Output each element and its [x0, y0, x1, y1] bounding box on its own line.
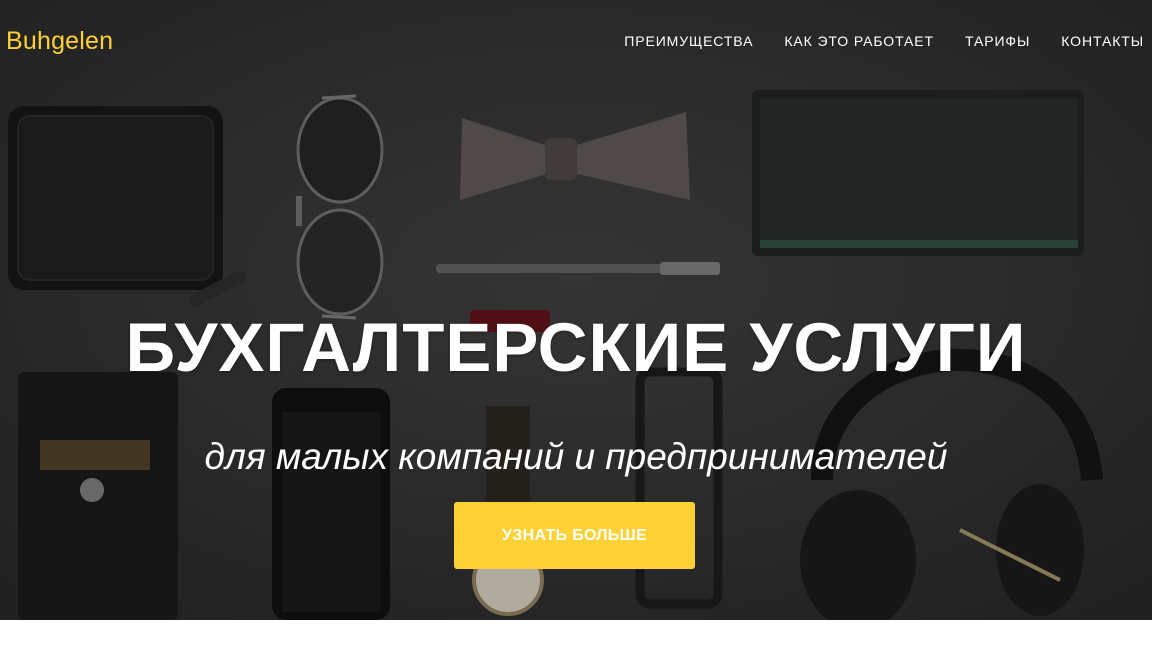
hero-subtitle: для малых компаний и предпринимателей	[204, 436, 948, 477]
hero-title: БУХГАЛТЕРСКИЕ УСЛУГИ	[125, 309, 1027, 386]
nav-item-how-it-works[interactable]: КАК ЭТО РАБОТАЕТ	[784, 33, 934, 49]
nav-item-advantages[interactable]: ПРЕИМУЩЕСТВА	[624, 33, 753, 49]
nav-item-contacts[interactable]: КОНТАКТЫ	[1061, 33, 1144, 49]
learn-more-button[interactable]: УЗНАТЬ БОЛЬШЕ	[454, 502, 695, 569]
hero-section: Buhgelen ПРЕИМУЩЕСТВА КАК ЭТО РАБОТАЕТ Т…	[0, 0, 1152, 620]
brand-logo-link[interactable]: Buhgelen	[6, 27, 113, 56]
nav-item-pricing[interactable]: ТАРИФЫ	[965, 33, 1030, 49]
top-navbar: Buhgelen ПРЕИМУЩЕСТВА КАК ЭТО РАБОТАЕТ Т…	[0, 0, 1152, 84]
nav-menu: ПРЕИМУЩЕСТВА КАК ЭТО РАБОТАЕТ ТАРИФЫ КОН…	[624, 33, 1144, 49]
